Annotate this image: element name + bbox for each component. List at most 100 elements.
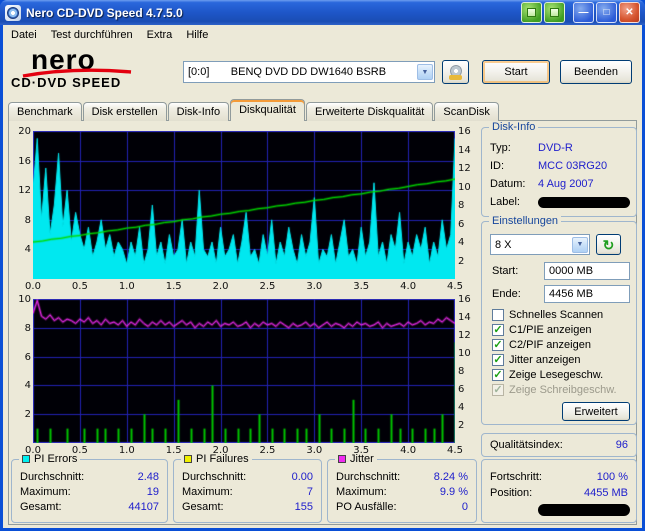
refresh-icon: ↻ — [602, 236, 615, 253]
disk-info-group: Disk-Info Typ: DVD-R ID: MCC 03RG20 Datum: 4 … — [481, 121, 637, 217]
axis-tick-right: 14 — [458, 312, 471, 323]
stat-value: 7 — [306, 486, 313, 498]
stat-value: 155 — [294, 501, 313, 513]
stats-group-title-jitter: Jitter — [335, 453, 377, 465]
eject-disc-button[interactable] — [442, 60, 469, 84]
app-icon — [5, 4, 21, 21]
axis-tick-right: 6 — [458, 218, 465, 230]
menu-item-extra[interactable]: Extra — [140, 26, 180, 44]
app-window: Nero CD-DVD Speed 4.7.5.0 — □ ✕ Datei Tes… — [0, 0, 645, 531]
progress-row-fortschritt: Fortschritt: 100 % — [490, 471, 628, 485]
jitter-color-swatch — [338, 455, 346, 463]
chevron-down-icon[interactable]: ▼ — [572, 236, 588, 253]
progress-row-position: Position: 4455 MB — [490, 487, 628, 501]
stat-label: Gesamt: — [182, 501, 224, 513]
disk-info-row-datum: Datum: 4 Aug 2007 — [490, 178, 628, 192]
menu-item-hilfe[interactable]: Hilfe — [179, 26, 215, 44]
stat-row-durchschnitt: Durchschnitt: 8.24 % — [336, 471, 468, 485]
maximize-icon[interactable]: □ — [596, 2, 617, 23]
checkbox-box — [492, 309, 504, 321]
end-field[interactable] — [544, 285, 630, 303]
disk-info-label: Datum: — [490, 178, 526, 190]
tab-disk-erstellen[interactable]: Disk erstellen — [82, 102, 167, 121]
checkbox-c1-pie-anzeigen[interactable]: ✓ C1/PIE anzeigen — [492, 323, 592, 337]
disk-info-value: MCC 03RG20 — [538, 160, 608, 172]
stat-value: 2.48 — [137, 471, 159, 483]
green-icon-inner-2 — [550, 8, 559, 17]
disk-info-value: 4 Aug 2007 — [538, 178, 594, 190]
titlebar-green-icon-2[interactable] — [544, 2, 565, 23]
quit-button[interactable]: Beenden — [560, 60, 632, 84]
progress-value: 4455 MB — [583, 487, 628, 499]
axis-tick-right: 10 — [458, 181, 471, 193]
stat-value: 19 — [146, 486, 159, 498]
end-field-label: Ende: — [492, 288, 521, 300]
tab-disk-info[interactable]: Disk-Info — [167, 102, 230, 121]
checkbox-box: ✓ — [492, 354, 504, 366]
close-icon[interactable]: ✕ — [619, 2, 640, 23]
menu-bar: Datei Test durchführen Extra Hilfe — [3, 25, 642, 45]
minimize-icon[interactable]: — — [573, 2, 594, 23]
tab-erweiterte-diskqualit-t[interactable]: Erweiterte Diskqualität — [305, 102, 434, 121]
drive-select[interactable]: [0:0] BENQ DVD DD DW1640 BSRB ▼ — [183, 61, 435, 83]
stats-title-text: PI Errors — [34, 453, 78, 465]
stats-group-pi-errors: PI Errors Durchschnitt: 2.48 Maximum: 19 Gesa… — [11, 453, 168, 523]
stat-label: Maximum: — [336, 486, 387, 498]
stat-value: 0.00 — [291, 471, 313, 483]
checkbox-c2-pif-anzeigen[interactable]: ✓ C2/PIF anzeigen — [492, 338, 591, 352]
titlebar-green-icon-1[interactable] — [521, 2, 542, 23]
advanced-button[interactable]: Erweitert — [562, 402, 630, 421]
axis-tick-right: 4 — [458, 402, 465, 413]
axis-tick-right: 12 — [458, 330, 471, 341]
quality-index-group: Qualitätsindex: 96 — [481, 433, 637, 457]
disk-label-redacted — [538, 197, 630, 208]
pi-errors-color-swatch — [22, 455, 30, 463]
stats-title-text: Jitter — [350, 453, 374, 465]
stat-label: Maximum: — [182, 486, 233, 498]
axis-tick-left: 20 — [18, 126, 31, 137]
checkbox-zeige-schreibgeschw[interactable]: ✓ Zeige Schreibgeschw. — [492, 383, 617, 397]
axis-tick-left: 16 — [18, 155, 31, 167]
axis-tick-right: 12 — [458, 163, 471, 174]
client-area: Datei Test durchführen Extra Hilfe nero CD·… — [3, 25, 642, 528]
tab-scandisk[interactable]: ScanDisk — [434, 102, 499, 121]
nero-logo: nero CD·DVD SPEED — [11, 46, 179, 93]
settings-group-title: Einstellungen — [489, 215, 562, 227]
menu-item-datei[interactable]: Datei — [4, 26, 44, 44]
axis-tick-right: 16 — [458, 126, 471, 137]
checkbox-label: C2/PIF anzeigen — [509, 339, 591, 351]
window-title: Nero CD-DVD Speed 4.7.5.0 — [26, 5, 183, 20]
stat-value: 8.24 % — [433, 471, 468, 483]
disk-info-value: DVD-R — [538, 142, 573, 154]
disk-info-row-label: Label: — [490, 196, 630, 210]
pi-errors-chart — [33, 131, 455, 279]
stat-row-durchschnitt: Durchschnitt: 2.48 — [20, 471, 159, 485]
axis-tick-right: 16 — [458, 294, 471, 305]
checkbox-box: ✓ — [492, 324, 504, 336]
checkbox-label: Zeige Schreibgeschw. — [509, 384, 617, 396]
eject-hand-icon — [449, 74, 462, 80]
progress-group: Fortschritt: 100 % Position: 4455 MB — [481, 459, 637, 523]
start-field[interactable] — [544, 262, 630, 280]
checkbox-zeige-lesegeschw[interactable]: ✓ Zeige Lesegeschw. — [492, 368, 603, 382]
disk-info-row-id: ID: MCC 03RG20 — [490, 160, 628, 174]
start-button[interactable]: Start — [482, 60, 550, 84]
menu-item-test-durchf-hren[interactable]: Test durchführen — [44, 26, 140, 44]
tab-diskqualit-t[interactable]: Diskqualität — [230, 99, 305, 121]
quality-index-value: 96 — [615, 439, 628, 451]
title-bar[interactable]: Nero CD-DVD Speed 4.7.5.0 — □ ✕ — [0, 0, 645, 25]
chevron-down-icon[interactable]: ▼ — [417, 64, 433, 80]
speed-select[interactable]: 8 X ▼ — [490, 234, 590, 255]
refresh-speed-button[interactable]: ↻ — [596, 234, 621, 255]
speed-select-value: 8 X — [495, 238, 512, 251]
stats-group-pi-failures: PI Failures Durchschnitt: 0.00 Maximum: 7 Ges… — [173, 453, 322, 523]
checkbox-jitter-anzeigen[interactable]: ✓ Jitter anzeigen — [492, 353, 581, 367]
checkbox-schnelles-scannen[interactable]: Schnelles Scannen — [492, 308, 603, 322]
tab-benchmark[interactable]: Benchmark — [8, 102, 82, 121]
drive-select-value: [0:0] BENQ DVD DD DW1640 BSRB — [188, 66, 387, 78]
axis-tick-right: 8 — [458, 366, 465, 377]
progress-label: Fortschritt: — [490, 471, 542, 483]
start-field-label: Start: — [492, 265, 519, 277]
axis-tick-x: 3.0 — [306, 445, 323, 456]
stats-group-jitter: Jitter Durchschnitt: 8.24 % Maximum: 9.9 % PO… — [327, 453, 477, 523]
